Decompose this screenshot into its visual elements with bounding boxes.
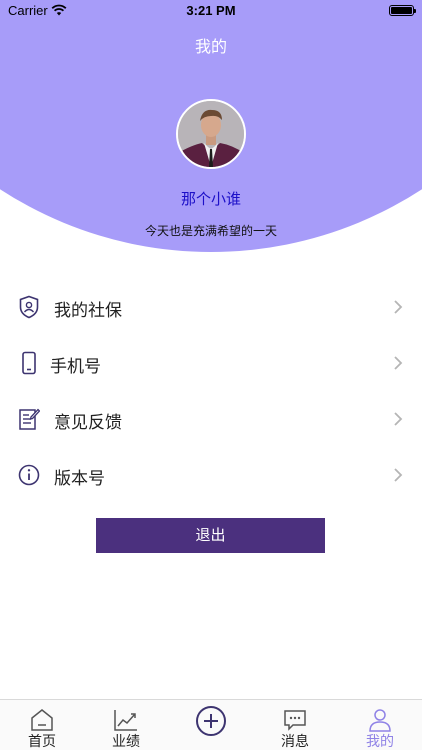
page-title: 我的 (194, 37, 227, 56)
chevron-right-icon (394, 356, 403, 370)
chart-line-icon (114, 710, 137, 731)
menu-item-feedback[interactable]: 意见反馈 (0, 391, 422, 447)
tab-label: 首页 (28, 734, 56, 750)
logout-button[interactable]: 退出 (96, 518, 325, 553)
tab-messages[interactable]: 消息 (253, 700, 337, 750)
menu-item-label: 我的社保 (54, 301, 122, 321)
tab-label: 消息 (281, 734, 309, 750)
status-bar: Carrier 3:21 PM (0, 0, 422, 22)
tab-bar: 首页 业绩 消息 我的 (0, 699, 422, 750)
menu-item-label: 手机号 (50, 357, 101, 377)
menu-item-version[interactable]: 版本号 (0, 447, 422, 503)
avatar-image (178, 101, 244, 167)
tab-add[interactable] (169, 700, 253, 750)
settings-menu: 我的社保 手机号 意见反馈 版本号 (0, 279, 422, 503)
info-circle-icon (18, 464, 40, 486)
menu-item-social-security[interactable]: 我的社保 (0, 279, 422, 335)
add-circle-icon (196, 706, 226, 736)
phone-icon (22, 351, 36, 375)
chevron-right-icon (394, 412, 403, 426)
chevron-right-icon (394, 468, 403, 482)
message-icon (284, 710, 306, 731)
battery-icon (389, 5, 416, 16)
tab-label: 我的 (366, 734, 394, 750)
home-icon (31, 709, 53, 731)
avatar[interactable] (176, 99, 246, 169)
tab-label: 业绩 (112, 734, 140, 750)
status-time: 3:21 PM (186, 3, 236, 18)
tab-home[interactable]: 首页 (0, 700, 84, 750)
menu-item-label: 意见反馈 (54, 413, 122, 433)
feedback-edit-icon (19, 408, 40, 430)
person-icon (369, 709, 391, 732)
tab-mine[interactable]: 我的 (338, 700, 422, 750)
profile-name: 那个小谁 (180, 190, 241, 208)
chevron-right-icon (394, 300, 403, 314)
profile-motto: 今天也是充满希望的一天 (144, 224, 277, 238)
menu-item-phone[interactable]: 手机号 (0, 335, 422, 391)
tab-performance[interactable]: 业绩 (84, 700, 168, 750)
shield-person-icon (19, 295, 39, 319)
menu-item-label: 版本号 (54, 469, 105, 489)
